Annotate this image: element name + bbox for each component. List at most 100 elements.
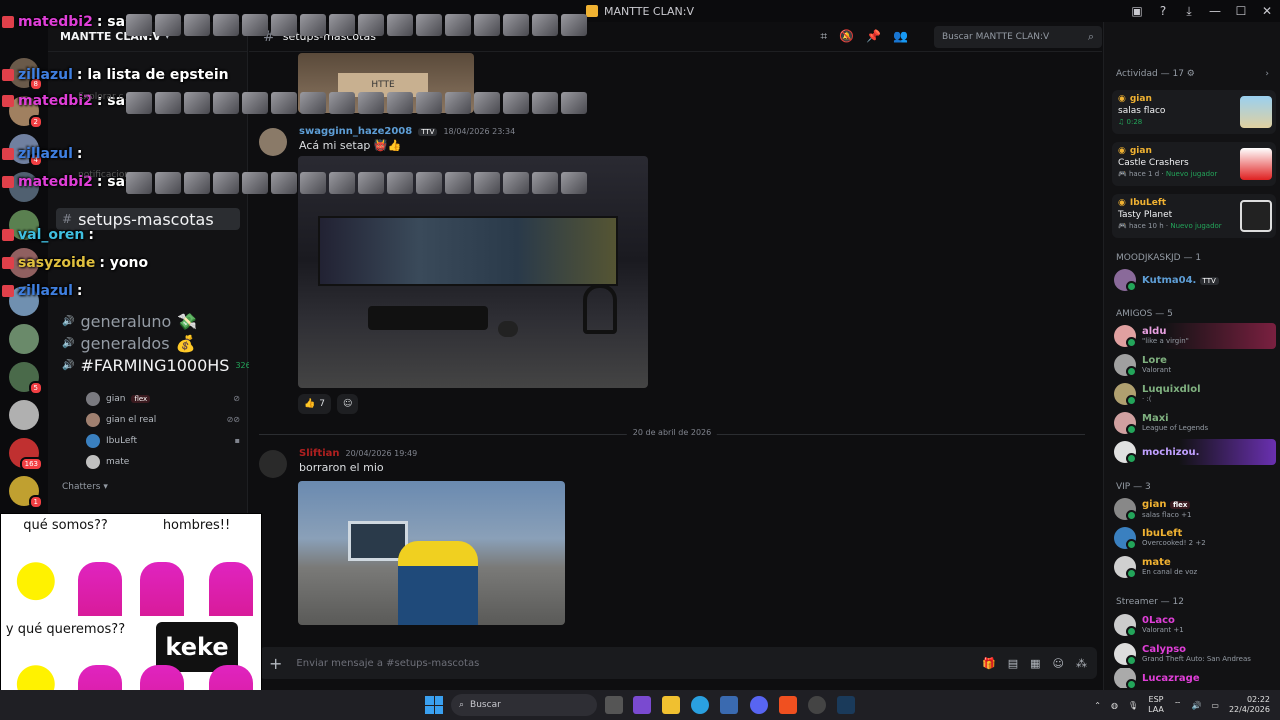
channel-generaluno[interactable]: 🔊 generaluno 💸 <box>56 310 240 332</box>
activity-card[interactable]: ◉ IbuLeft Tasty Planet 🎮 hace 10 h · Nuev… <box>1112 194 1276 238</box>
member-item[interactable]: Lore Valorant <box>1114 352 1276 378</box>
gift-icon[interactable]: 🎁 <box>982 657 996 670</box>
emote <box>155 14 181 36</box>
voice-user[interactable]: mate <box>56 451 240 472</box>
sticker-icon[interactable]: ▦ <box>1030 657 1040 670</box>
member-item[interactable]: Maxi League of Legends <box>1114 410 1276 436</box>
server-icon[interactable]: 8 <box>9 58 43 91</box>
threads-icon[interactable]: ⌗ <box>820 29 827 44</box>
user-badge: TTV <box>418 127 438 136</box>
server-icon[interactable]: 2 <box>9 96 43 129</box>
activity-user-name: IbuLeft <box>1129 198 1167 208</box>
steam-icon[interactable] <box>837 696 855 714</box>
avatar <box>1114 643 1137 666</box>
file-explorer-icon[interactable] <box>662 696 680 714</box>
avatar: ◉ <box>1118 146 1126 156</box>
category-label: Chatters <box>62 482 101 492</box>
voice-user[interactable]: gian el real ⊘⊘ <box>56 409 240 430</box>
category-chatters[interactable]: Chatters ▾ <box>56 472 240 496</box>
activity-time: hace 10 h <box>1128 222 1164 230</box>
search-input[interactable]: Buscar MANTTE CLAN:V ⌕ <box>934 26 1102 48</box>
member-item[interactable]: Lucazrage <box>1114 668 1276 688</box>
apps-icon[interactable]: ⁂ <box>1076 657 1087 670</box>
server-icon[interactable] <box>9 172 39 202</box>
member-item[interactable]: aldu "like a virgin" <box>1114 323 1276 349</box>
server-icon[interactable] <box>9 400 39 430</box>
server-icon[interactable]: 163 <box>9 438 43 471</box>
server-icon[interactable] <box>9 210 39 240</box>
battery-icon[interactable]: ▭ <box>1211 701 1219 710</box>
emoji-icon[interactable]: ☺ <box>1053 657 1064 670</box>
reaction-chip[interactable]: 👍 7 <box>298 394 331 414</box>
voice-user-name: IbuLeft <box>106 435 138 446</box>
server-badge: 1 <box>28 495 43 509</box>
message-author[interactable]: Sliftian <box>299 448 339 459</box>
avatar[interactable] <box>259 128 287 156</box>
activity-card[interactable]: ◉ gian salas flaco ♫ 0:28 <box>1112 90 1276 134</box>
inbox-icon[interactable]: ▣ <box>1124 0 1150 22</box>
wifi-icon[interactable]: ⌔ <box>1174 700 1182 710</box>
member-item[interactable]: IbuLeft Overcooked! 2 +2 <box>1114 525 1276 551</box>
gif-icon[interactable]: ▤ <box>1008 657 1018 670</box>
server-icon[interactable] <box>9 324 39 354</box>
volume-icon[interactable]: 🔊 <box>1191 701 1201 710</box>
server-icon[interactable]: 5 <box>9 362 43 395</box>
voice-user[interactable]: gian flex ⊘ <box>56 388 240 409</box>
emote <box>532 14 558 36</box>
discord-icon[interactable] <box>750 696 768 714</box>
message-author[interactable]: swagginn_haze2008 <box>299 126 412 137</box>
task-view-icon[interactable] <box>605 696 623 714</box>
help-icon[interactable]: ? <box>1150 0 1176 22</box>
pin-icon[interactable]: 📌 <box>866 29 881 44</box>
member-item[interactable]: mochizou. <box>1114 439 1276 465</box>
minimize-button[interactable]: — <box>1202 0 1228 22</box>
network-icon[interactable]: ◍ <box>1111 701 1118 710</box>
channel-setups-mascotas[interactable]: # setups-mascotas <box>56 208 240 230</box>
microphone-icon[interactable]: 🎙 <box>1128 701 1138 710</box>
member-item[interactable]: Calypso Grand Theft Auto: San Andreas <box>1114 641 1276 667</box>
clock[interactable]: 02:22 22/4/2026 <box>1229 695 1270 715</box>
attach-plus-icon[interactable]: + <box>269 654 282 673</box>
add-reaction-button[interactable]: ☺ <box>336 394 359 414</box>
channel-generaldos[interactable]: 🔊 generaldos 💰 <box>56 332 240 354</box>
avatar[interactable] <box>259 450 287 478</box>
brave-icon[interactable] <box>779 696 797 714</box>
maximize-button[interactable]: ☐ <box>1228 0 1254 22</box>
channel-spacer <box>56 376 240 388</box>
server-badge: 163 <box>19 457 43 471</box>
member-item[interactable]: mate En canal de voz <box>1114 554 1276 580</box>
message-composer[interactable]: + Enviar mensaje a #setups-mascotas 🎁 ▤ … <box>259 647 1097 679</box>
edge-icon[interactable] <box>691 696 709 714</box>
voice-user[interactable]: IbuLeft ▪ <box>56 430 240 451</box>
member-status: Overcooked! 2 +2 <box>1142 539 1206 547</box>
start-button[interactable] <box>425 696 443 714</box>
notifications-off-icon[interactable]: 🔕 <box>839 29 854 44</box>
channel-farming[interactable]: 🔊 #FARMING1000HS 326:12:17 <box>56 354 276 376</box>
member-status: Valorant <box>1142 366 1172 374</box>
member-item[interactable]: gian flex salas flaco +1 <box>1114 496 1276 522</box>
window-title-text: MANTTE CLAN:V <box>604 4 694 18</box>
activity-user-name: gian <box>1129 146 1152 156</box>
taskbar-search[interactable]: ⌕ Buscar <box>451 694 597 716</box>
close-button[interactable]: ✕ <box>1254 0 1280 22</box>
sad-image[interactable] <box>298 481 565 625</box>
language-indicator[interactable]: ESP LAA <box>1148 695 1164 715</box>
chevron-right-icon[interactable]: › <box>1265 69 1269 79</box>
app-icon[interactable] <box>808 696 826 714</box>
server-icon[interactable]: 1 <box>9 476 43 509</box>
server-icon[interactable] <box>9 248 39 278</box>
app-icon[interactable] <box>633 696 651 714</box>
activity-card[interactable]: ◉ gian Castle Crashers 🎮 hace 1 d · Nuevo… <box>1112 142 1276 186</box>
member-item[interactable]: Kutma04. TTV <box>1114 267 1276 293</box>
store-icon[interactable] <box>720 696 738 714</box>
download-icon[interactable]: ⤓ <box>1176 0 1202 22</box>
avatar <box>1114 354 1137 377</box>
windows-taskbar: ⌕ Buscar ⌃ ◍ 🎙 ESP LAA ⌔ 🔊 ▭ 02:22 22/4/202… <box>0 690 1280 720</box>
emote <box>445 172 471 194</box>
chevron-up-icon[interactable]: ⌃ <box>1094 701 1101 710</box>
member-item[interactable]: 0Laco Valorant +1 <box>1114 612 1276 638</box>
server-icon[interactable]: 4 <box>9 134 43 167</box>
member-item[interactable]: Luquixdlol · :( <box>1114 381 1276 407</box>
server-icon[interactable] <box>9 286 39 316</box>
members-icon[interactable]: 👥 <box>893 29 908 44</box>
